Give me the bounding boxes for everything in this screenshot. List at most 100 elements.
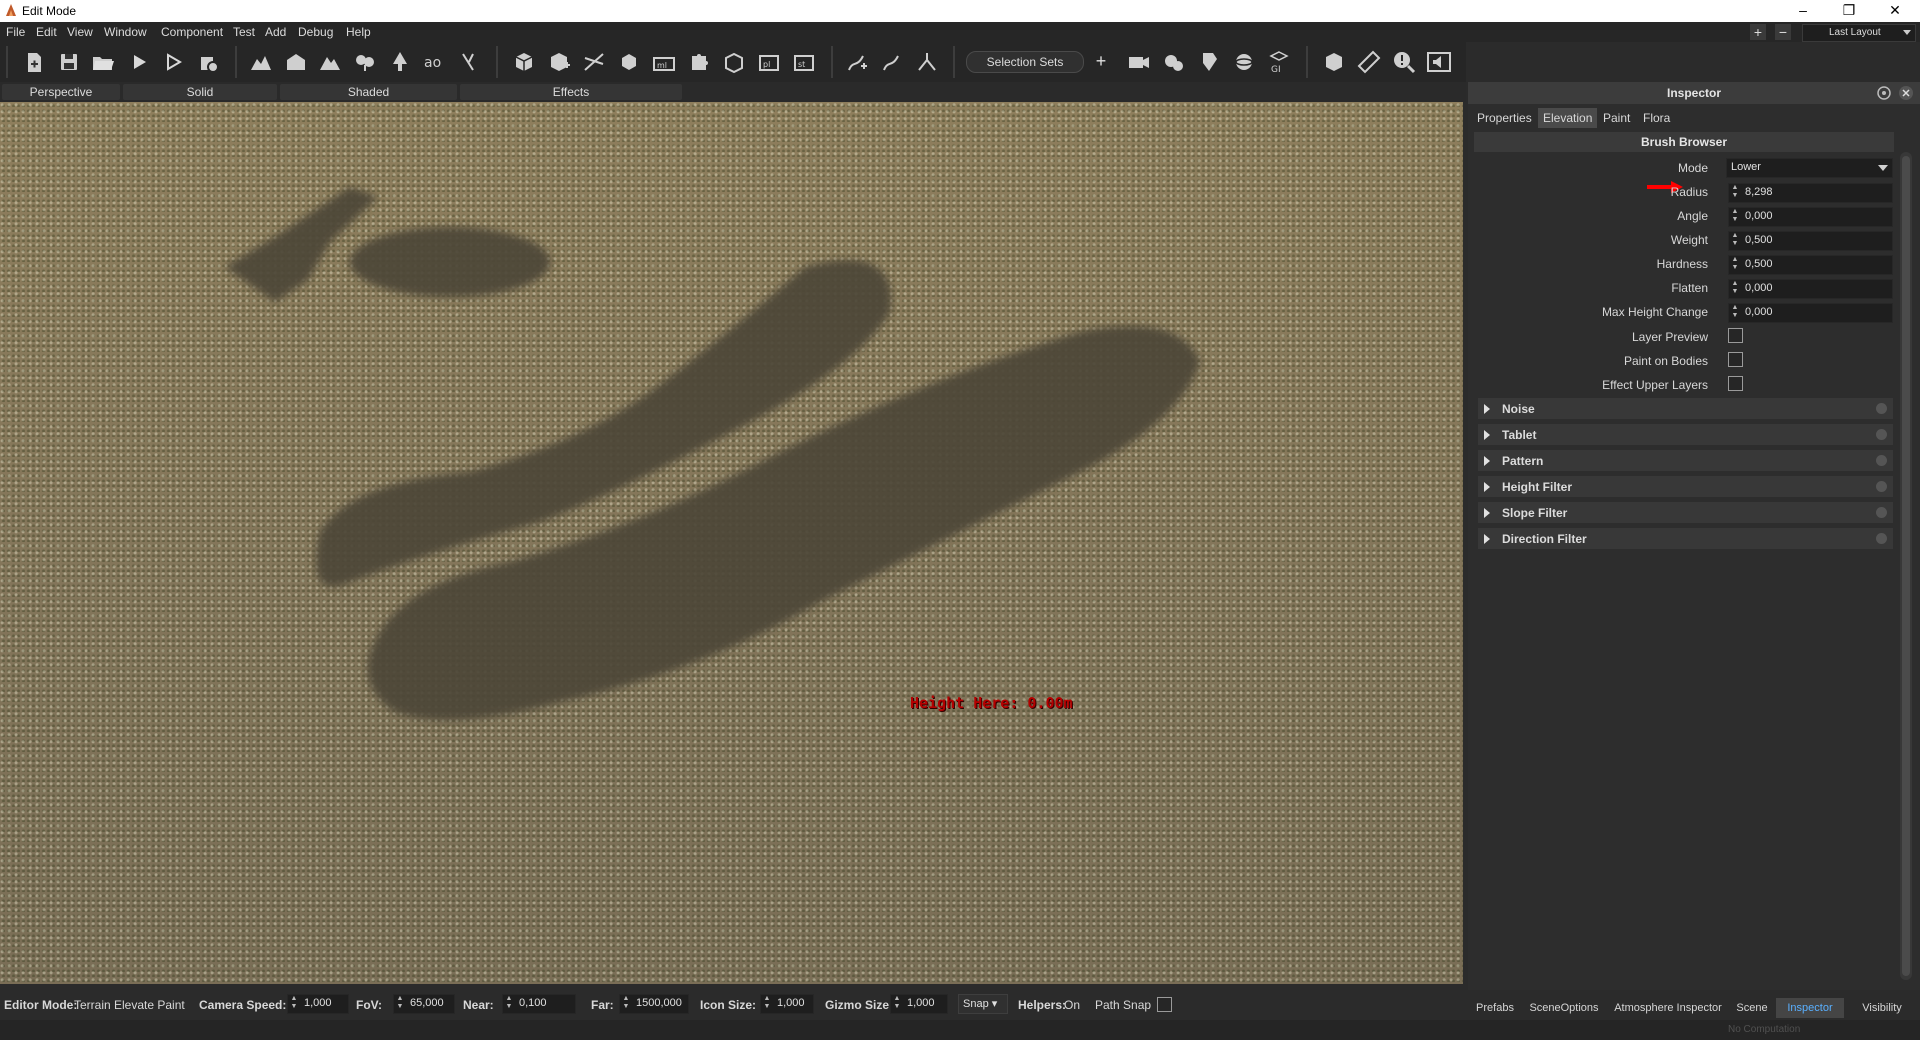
tab-scene-options[interactable]: SceneOptions [1524, 998, 1604, 1018]
layer-preview-checkbox[interactable] [1728, 328, 1743, 343]
section-toggle-icon[interactable] [1876, 533, 1887, 544]
weather-icon[interactable] [1160, 48, 1188, 76]
section-direction-filter[interactable]: Direction Filter [1478, 528, 1893, 549]
section-slope-filter[interactable]: Slope Filter [1478, 502, 1893, 523]
inspector-scrollbar[interactable] [1900, 152, 1912, 980]
near-input[interactable]: ▲ ▼ 0,100 [502, 994, 576, 1014]
building-tool-icon[interactable] [282, 48, 310, 76]
audio-icon[interactable] [1425, 48, 1453, 76]
play-outline-icon[interactable] [159, 48, 187, 76]
box-wire-icon[interactable] [720, 48, 748, 76]
spinner-arrows-icon[interactable]: ▲ ▼ [763, 995, 771, 1013]
tab-solid[interactable]: Solid [123, 84, 277, 100]
path-snap-checkbox[interactable] [1157, 997, 1172, 1012]
mountain-tool-icon[interactable] [316, 48, 344, 76]
spinner-arrows-icon[interactable]: ▲ ▼ [1731, 280, 1739, 298]
menu-edit[interactable]: Edit [36, 25, 57, 39]
add-selection-set-button[interactable]: + [1092, 51, 1110, 71]
hardness-input[interactable]: ▲ ▼ 0,500 [1728, 255, 1893, 275]
terrain-tool-icon[interactable] [247, 48, 275, 76]
tab-properties[interactable]: Properties [1472, 108, 1537, 128]
tab-atmosphere-inspector[interactable]: Atmosphere Inspector [1608, 998, 1728, 1018]
angle-input[interactable]: ▲ ▼ 0,000 [1728, 207, 1893, 227]
effect-upper-layers-checkbox[interactable] [1728, 376, 1743, 391]
spinner-arrows-icon[interactable]: ▲ ▼ [396, 995, 404, 1013]
gi-icon[interactable]: GI [1265, 48, 1293, 76]
section-toggle-icon[interactable] [1876, 481, 1887, 492]
new-file-icon[interactable] [20, 48, 48, 76]
flatten-input[interactable]: ▲ ▼ 0,000 [1728, 279, 1893, 299]
paint-on-bodies-checkbox[interactable] [1728, 352, 1743, 367]
tab-scene[interactable]: Scene [1732, 998, 1772, 1018]
spinner-arrows-icon[interactable]: ▲ ▼ [1731, 232, 1739, 250]
section-toggle-icon[interactable] [1876, 507, 1887, 518]
search-warning-icon[interactable] [1390, 48, 1418, 76]
section-toggle-icon[interactable] [1876, 455, 1887, 466]
bookmark-icon[interactable] [1195, 48, 1223, 76]
selection-sets-dropdown[interactable]: Selection Sets [966, 51, 1084, 73]
structure-icon[interactable]: st [790, 48, 818, 76]
save-icon[interactable] [55, 48, 83, 76]
spinner-arrows-icon[interactable]: ▲ ▼ [1731, 208, 1739, 226]
section-noise[interactable]: Noise [1478, 398, 1893, 419]
spinner-arrows-icon[interactable]: ▲ ▼ [893, 995, 901, 1013]
minimize-button[interactable]: – [1780, 0, 1826, 22]
spinner-arrows-icon[interactable]: ▲ ▼ [622, 995, 630, 1013]
cube-add-icon[interactable] [545, 48, 573, 76]
path-split-icon[interactable] [913, 48, 941, 76]
tab-visibility[interactable]: Visibility [1848, 998, 1916, 1018]
weight-input[interactable]: ▲ ▼ 0,500 [1728, 231, 1893, 251]
section-toggle-icon[interactable] [1876, 403, 1887, 414]
tab-elevation[interactable]: Elevation [1538, 108, 1598, 128]
spinner-arrows-icon[interactable]: ▲ ▼ [290, 995, 298, 1013]
menu-component[interactable]: Component [161, 25, 223, 39]
radius-input[interactable]: ▲ ▼ 8,298 [1728, 183, 1893, 203]
menu-window[interactable]: Window [104, 25, 147, 39]
mesh-icon[interactable] [615, 48, 643, 76]
open-folder-icon[interactable] [89, 48, 117, 76]
package-icon[interactable] [1320, 48, 1348, 76]
mode-select[interactable]: Lower [1726, 158, 1893, 178]
cube-icon[interactable] [510, 48, 538, 76]
section-height-filter[interactable]: Height Filter [1478, 476, 1893, 497]
section-tablet[interactable]: Tablet [1478, 424, 1893, 445]
tab-paint[interactable]: Paint [1598, 108, 1635, 128]
puzzle-icon[interactable] [685, 48, 713, 76]
section-pattern[interactable]: Pattern [1478, 450, 1893, 471]
menu-file[interactable]: File [6, 25, 25, 39]
camera-icon[interactable] [1125, 48, 1153, 76]
tab-effects[interactable]: Effects [460, 84, 682, 100]
helpers-value[interactable]: On [1064, 998, 1080, 1012]
far-input[interactable]: ▲ ▼ 1500,000 [619, 994, 689, 1014]
spinner-arrows-icon[interactable]: ▲ ▼ [1731, 304, 1739, 322]
path-add-icon[interactable] [843, 48, 871, 76]
play-icon[interactable] [125, 48, 153, 76]
camera-speed-input[interactable]: ▲ ▼ 1,000 [287, 994, 349, 1014]
section-toggle-icon[interactable] [1876, 429, 1887, 440]
scrollbar-thumb[interactable] [1902, 156, 1910, 976]
close-window-button[interactable]: ✕ [1872, 0, 1918, 22]
tab-flora[interactable]: Flora [1638, 108, 1675, 128]
snap-vertex-icon[interactable] [580, 48, 608, 76]
settings-icon[interactable] [1876, 85, 1892, 101]
scatter-tool-icon[interactable] [455, 48, 483, 76]
scene-viewport[interactable]: Height Here: 0.00m [0, 102, 1463, 984]
ao-tool-icon[interactable]: ao [420, 48, 448, 76]
path-edit-icon[interactable] [878, 48, 906, 76]
layout-remove-button[interactable]: − [1775, 24, 1791, 40]
menu-help[interactable]: Help [346, 25, 371, 39]
snap-select[interactable]: Snap ▾ [958, 994, 1008, 1014]
max-height-change-input[interactable]: ▲ ▼ 0,000 [1728, 303, 1893, 323]
tab-perspective[interactable]: Perspective [2, 84, 120, 100]
menu-debug[interactable]: Debug [298, 25, 333, 39]
gizmo-size-input[interactable]: ▲ ▼ 1,000 [890, 994, 948, 1014]
restore-button[interactable]: ❐ [1826, 0, 1872, 22]
layout-add-button[interactable]: + [1750, 24, 1766, 40]
menu-add[interactable]: Add [265, 25, 286, 39]
icon-size-input[interactable]: ▲ ▼ 1,000 [760, 994, 814, 1014]
tab-shaded[interactable]: Shaded [280, 84, 457, 100]
layout-select[interactable]: Last Layout [1802, 24, 1916, 42]
multi-object-icon[interactable]: ml [650, 48, 678, 76]
spinner-arrows-icon[interactable]: ▲ ▼ [505, 995, 513, 1013]
menu-test[interactable]: Test [233, 25, 255, 39]
